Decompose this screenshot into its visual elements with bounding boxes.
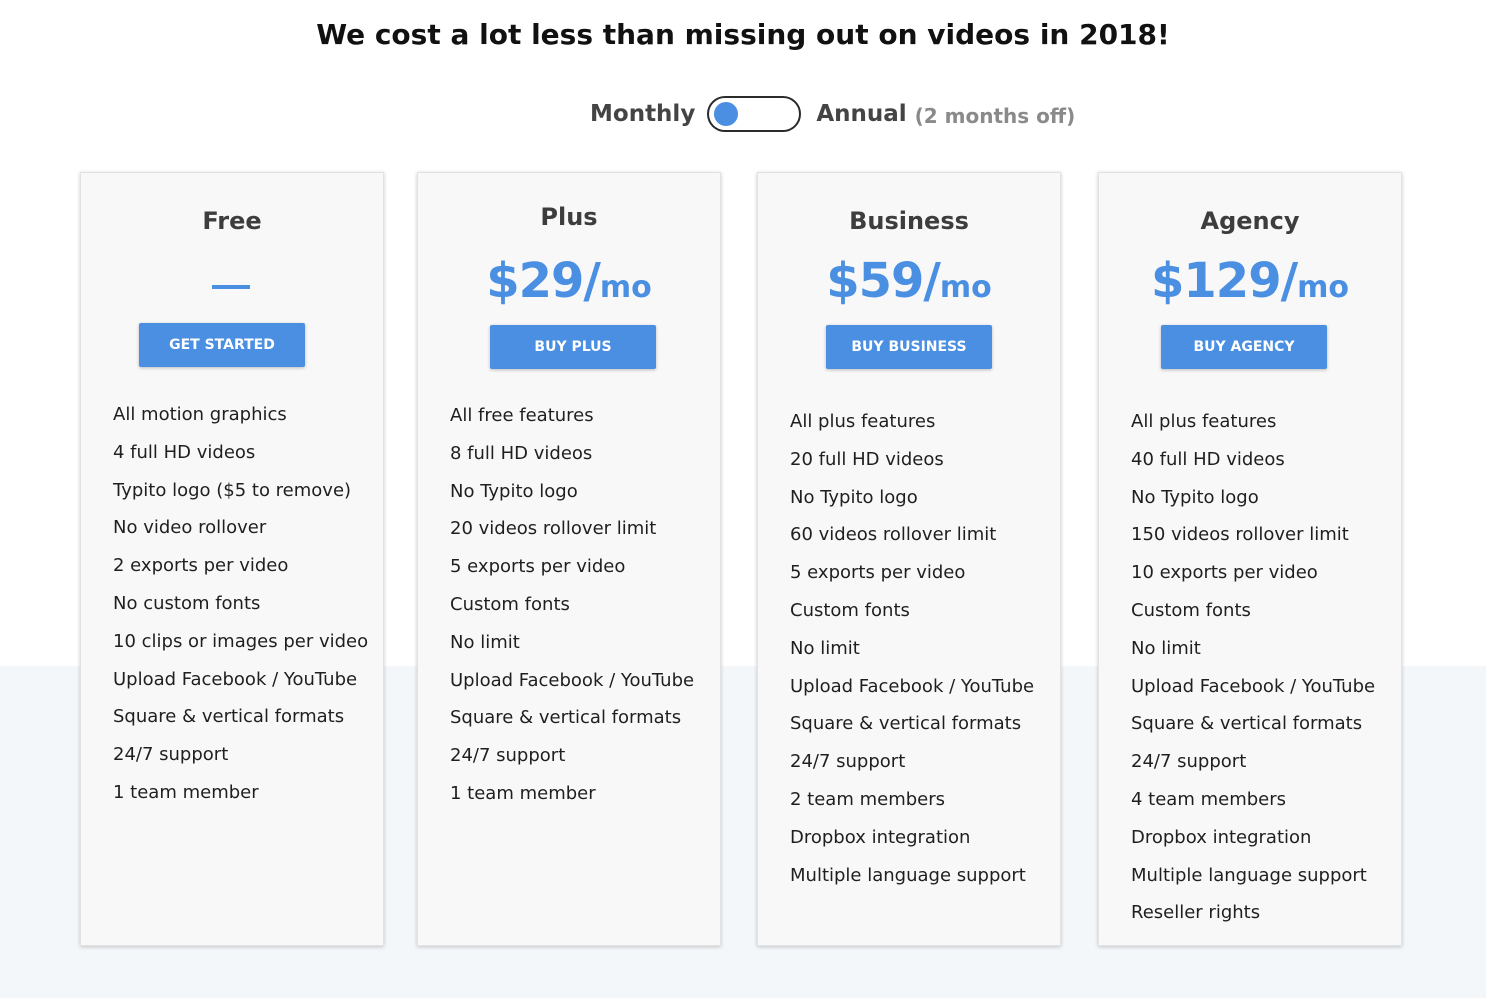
price-unit: mo bbox=[939, 270, 992, 305]
plan-name: Agency bbox=[1200, 207, 1300, 235]
feature-item: 24/7 support bbox=[113, 744, 229, 766]
feature-item: Custom fonts bbox=[450, 593, 570, 615]
price-amount: $29/ bbox=[486, 253, 601, 309]
feature-item: No Typito logo bbox=[450, 480, 578, 502]
feature-item: Dropbox integration bbox=[790, 826, 971, 848]
feature-item: No limit bbox=[1131, 637, 1201, 659]
feature-item: Custom fonts bbox=[1131, 599, 1251, 621]
plan-card-agency: Agency $129/mo BUY AGENCY All plus featu… bbox=[1098, 172, 1402, 946]
feature-item: Square & vertical formats bbox=[1131, 713, 1363, 735]
feature-item: No video rollover bbox=[113, 517, 267, 539]
buy-business-button[interactable]: BUY BUSINESS bbox=[826, 325, 992, 369]
annual-label[interactable]: Annual bbox=[816, 101, 906, 127]
plan-card-plus: Plus $29/mo BUY PLUS All free features 8 … bbox=[417, 172, 721, 946]
feature-item: No limit bbox=[790, 637, 860, 659]
feature-item: Dropbox integration bbox=[1131, 826, 1312, 848]
feature-item: Square & vertical formats bbox=[450, 707, 682, 729]
feature-item: Custom fonts bbox=[790, 599, 910, 621]
price-amount: $129/ bbox=[1151, 253, 1298, 309]
page-title: We cost a lot less than missing out on v… bbox=[316, 18, 1170, 51]
feature-item: Square & vertical formats bbox=[790, 713, 1022, 735]
annual-discount-note: (2 months off) bbox=[914, 104, 1076, 128]
feature-item: 20 full HD videos bbox=[790, 448, 944, 470]
feature-item: No Typito logo bbox=[790, 486, 918, 508]
feature-item: Upload Facebook / YouTube bbox=[113, 668, 358, 690]
pricing-page: We cost a lot less than missing out on v… bbox=[0, 0, 1486, 998]
feature-item: 24/7 support bbox=[790, 751, 906, 773]
price-unit: mo bbox=[1297, 270, 1349, 305]
feature-item: Reseller rights bbox=[1131, 902, 1261, 924]
feature-list: All plus features 20 full HD videos No Typ… bbox=[790, 403, 1060, 894]
price-amount: $59/ bbox=[826, 253, 941, 309]
buy-agency-button[interactable]: BUY AGENCY bbox=[1161, 325, 1327, 369]
feature-item: No Typito logo bbox=[1131, 486, 1259, 508]
price-unit: mo bbox=[599, 270, 652, 305]
plan-name: Free bbox=[202, 207, 262, 235]
feature-item: 150 videos rollover limit bbox=[1131, 524, 1349, 546]
feature-item: 4 full HD videos bbox=[113, 441, 256, 463]
feature-item: 2 exports per video bbox=[113, 555, 289, 577]
feature-item: 8 full HD videos bbox=[450, 442, 593, 464]
feature-list: All free features 8 full HD videos No Typi… bbox=[450, 397, 720, 813]
feature-item: 4 team members bbox=[1131, 788, 1287, 810]
feature-item: Upload Facebook / YouTube bbox=[450, 669, 695, 691]
feature-item: 1 team member bbox=[450, 782, 596, 804]
plan-name: Plus bbox=[540, 203, 598, 231]
feature-item: All free features bbox=[450, 405, 594, 426]
feature-item: 24/7 support bbox=[1131, 751, 1247, 773]
feature-item: Upload Facebook / YouTube bbox=[1131, 675, 1376, 697]
feature-item: No limit bbox=[450, 631, 520, 653]
plan-card-business: Business $59/mo BUY BUSINESS All plus fe… bbox=[757, 172, 1061, 946]
switch-knob[interactable] bbox=[714, 102, 739, 126]
feature-item: 20 videos rollover limit bbox=[450, 518, 657, 540]
feature-item: 60 videos rollover limit bbox=[790, 524, 997, 546]
plan-card-free: Free GET STARTED All motion graphics 4 fu… bbox=[80, 172, 384, 946]
feature-item: 5 exports per video bbox=[790, 562, 966, 584]
feature-item: All plus features bbox=[790, 411, 936, 432]
feature-item: 5 exports per video bbox=[450, 556, 626, 578]
billing-toggle-group: Monthly Annual (2 months off) bbox=[590, 94, 1075, 134]
feature-item: 1 team member bbox=[113, 781, 259, 803]
feature-item: 10 exports per video bbox=[1131, 562, 1318, 584]
feature-item: 2 team members bbox=[790, 788, 946, 810]
feature-item: Multiple language support bbox=[790, 864, 1026, 886]
feature-item: All plus features bbox=[1131, 411, 1277, 432]
plan-name: Business bbox=[849, 207, 969, 235]
get-started-button[interactable]: GET STARTED bbox=[139, 323, 305, 367]
feature-list: All motion graphics 4 full HD videos Typit… bbox=[113, 396, 383, 812]
price-placeholder-dash bbox=[212, 285, 250, 289]
buy-plus-button[interactable]: BUY PLUS bbox=[490, 325, 656, 369]
feature-item: 10 clips or images per video bbox=[113, 630, 369, 652]
feature-item: 40 full HD videos bbox=[1131, 448, 1285, 470]
feature-item: Upload Facebook / YouTube bbox=[790, 675, 1035, 697]
feature-item: Square & vertical formats bbox=[113, 706, 345, 728]
feature-list: All plus features 40 full HD videos No Typ… bbox=[1131, 403, 1401, 932]
billing-period-switch[interactable] bbox=[707, 96, 802, 132]
feature-item: 24/7 support bbox=[450, 745, 566, 767]
feature-item: Multiple language support bbox=[1131, 864, 1367, 886]
plan-price: $29/mo bbox=[418, 253, 720, 309]
plan-price: $59/mo bbox=[758, 253, 1060, 309]
feature-item: Typito logo ($5 to remove) bbox=[113, 479, 352, 501]
monthly-label[interactable]: Monthly bbox=[590, 101, 695, 127]
plan-price: $129/mo bbox=[1099, 253, 1401, 309]
feature-item: No custom fonts bbox=[113, 592, 261, 614]
feature-item: All motion graphics bbox=[113, 404, 287, 425]
